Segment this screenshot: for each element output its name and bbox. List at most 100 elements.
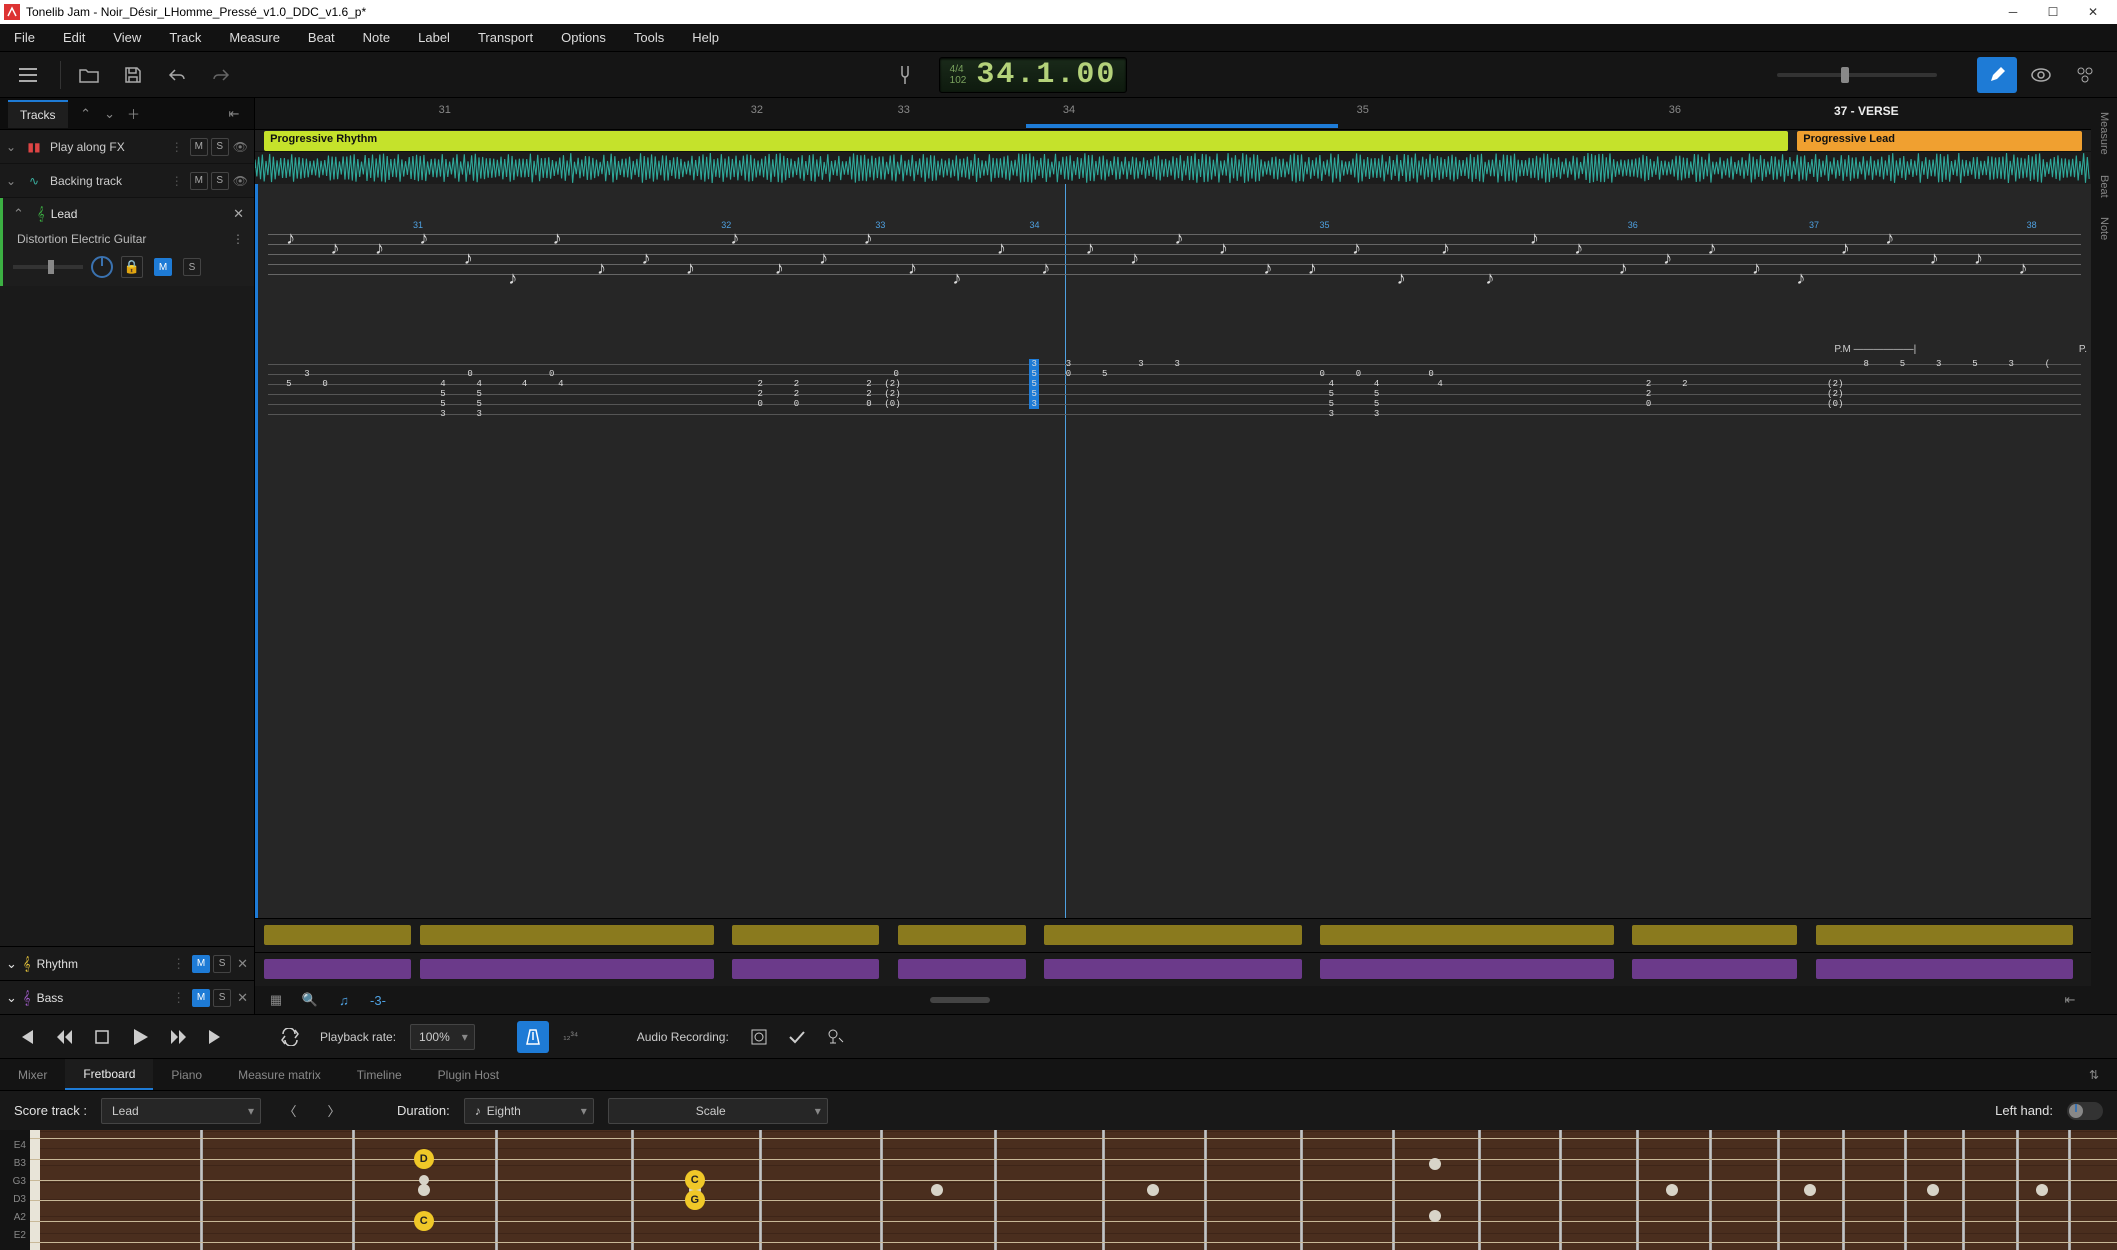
tab-number[interactable]: 5 [286,379,291,389]
tuning-fork-icon[interactable] [885,57,925,93]
skip-start-icon[interactable] [10,1021,42,1053]
clip-block[interactable] [1320,959,1614,979]
menu-label[interactable]: Label [404,24,464,51]
tab-number[interactable]: 0 [467,369,472,379]
track-volume-slider[interactable] [13,265,83,269]
solo-button[interactable]: S [183,258,201,276]
clip-block[interactable] [898,959,1027,979]
solo-button[interactable]: S [213,989,231,1007]
left-hand-toggle[interactable] [2067,1102,2103,1120]
clip-block[interactable] [732,959,879,979]
tab-number[interactable]: 3 [1029,399,1038,409]
clip-block[interactable] [420,959,714,979]
playhead-range[interactable] [1026,124,1338,128]
tab-number[interactable]: 3 [1029,359,1038,369]
close-icon[interactable]: ✕ [237,956,248,972]
fretboard-note[interactable]: C [685,1170,705,1190]
tab-number[interactable]: 2 [1646,379,1651,389]
zoom-slider[interactable] [930,997,990,1003]
tab-number[interactable]: 2 [866,379,871,389]
chevron-down-icon[interactable]: ⌄ [6,174,24,188]
edit-mode-button[interactable] [1977,57,2017,93]
tab-number[interactable]: 0 [758,399,763,409]
track-rhythm[interactable]: ⌄ 𝄞 Rhythm ⋮ M S ✕ [0,946,254,980]
grid-icon[interactable]: ▦ [265,992,287,1008]
collapse-icon[interactable]: ⇤ [222,102,246,126]
pan-knob[interactable] [91,256,113,278]
track-backing[interactable]: ⌄ ∿ Backing track ⋮ M S 👁 [0,164,254,198]
tab-number[interactable]: ( [2045,359,2050,369]
tab-number[interactable]: 5 [1029,389,1038,399]
tab-number[interactable]: 4 [1329,379,1334,389]
tab-number[interactable]: 0 [893,369,898,379]
collapse-right-icon[interactable]: ⇤ [2059,992,2081,1008]
tab-number[interactable]: 0 [549,369,554,379]
bottom-tab-mixer[interactable]: Mixer [0,1059,65,1090]
right-tab-beat[interactable]: Beat [2094,165,2114,208]
clip-block[interactable] [898,925,1027,945]
clip-block[interactable] [1632,925,1797,945]
mute-button[interactable]: M [192,989,210,1007]
solo-button[interactable]: S [211,172,229,190]
tab-number[interactable]: 3 [1374,409,1379,419]
chevron-down-icon[interactable]: ⌄ [6,990,17,1006]
next-icon[interactable]: 〉 [319,1098,349,1124]
tab-number[interactable]: 4 [522,379,527,389]
tab-number[interactable]: 4 [1437,379,1442,389]
tab-number[interactable]: 0 [1066,369,1071,379]
tab-number[interactable]: 4 [476,379,481,389]
tab-number[interactable]: 0 [322,379,327,389]
tab-number[interactable]: 8 [1863,359,1868,369]
mute-button[interactable]: M [192,955,210,973]
redo-icon[interactable] [201,57,241,93]
tab-number[interactable]: 2 [794,379,799,389]
menu-measure[interactable]: Measure [215,24,294,51]
minimize-button[interactable]: ─ [1993,0,2033,24]
rewind-icon[interactable] [48,1021,80,1053]
solo-button[interactable]: S [213,955,231,973]
chevron-down-icon[interactable]: ⌄ [6,140,24,154]
mute-button[interactable]: M [190,172,208,190]
right-tab-measure[interactable]: Measure [2094,102,2114,165]
menu-transport[interactable]: Transport [464,24,547,51]
close-button[interactable]: ✕ [2073,0,2113,24]
undo-icon[interactable] [157,57,197,93]
mute-button[interactable]: M [154,258,172,276]
tab-number[interactable]: 4 [440,379,445,389]
stop-icon[interactable] [86,1021,118,1053]
menu-track[interactable]: Track [155,24,215,51]
menu-help[interactable]: Help [678,24,733,51]
bottom-tab-measure-matrix[interactable]: Measure matrix [220,1059,339,1090]
tab-number[interactable]: 5 [1374,389,1379,399]
record-icon[interactable] [743,1021,775,1053]
tracks-tab[interactable]: Tracks [8,100,68,128]
tab-number[interactable]: (2) [884,389,900,399]
clip-block[interactable] [1320,925,1614,945]
menu-tools[interactable]: Tools [620,24,678,51]
master-volume-slider[interactable] [1777,73,1937,77]
visibility-icon[interactable]: 👁 [233,174,248,188]
region[interactable]: Progressive Lead [1797,131,2082,151]
move-down-icon[interactable]: ⌄ [98,102,122,126]
visibility-icon[interactable]: 👁 [233,140,248,154]
tab-number[interactable]: 5 [476,389,481,399]
count-in-icon[interactable]: ₁₂³⁴ [555,1021,587,1053]
check-icon[interactable] [781,1021,813,1053]
track-bass[interactable]: ⌄ 𝄞 Bass ⋮ M S ✕ [0,980,254,1014]
tab-number[interactable]: 5 [1972,359,1977,369]
zoom-icon[interactable]: 🔍 [299,992,321,1008]
tab-number[interactable]: 3 [1066,359,1071,369]
fretboard-note[interactable]: G [685,1190,705,1210]
tab-number[interactable]: 0 [1646,399,1651,409]
mute-button[interactable]: M [190,138,208,156]
fretboard[interactable]: E4B3G3D3A2E2 DCCG [0,1130,2117,1250]
tab-number[interactable]: (2) [1827,389,1843,399]
bottom-tab-piano[interactable]: Piano [153,1059,220,1090]
menu-options[interactable]: Options [547,24,620,51]
tab-number[interactable]: 5 [1329,399,1334,409]
play-icon[interactable] [124,1021,156,1053]
tab-number[interactable]: 2 [758,379,763,389]
tab-number[interactable]: 3 [1175,359,1180,369]
clip-block[interactable] [1816,959,2073,979]
tab-number[interactable]: (0) [1827,399,1843,409]
